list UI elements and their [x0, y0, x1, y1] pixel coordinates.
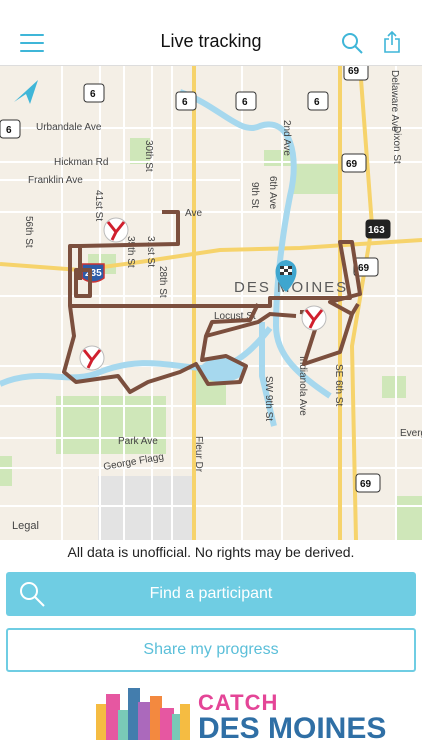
svg-text:69: 69 [358, 263, 370, 274]
svg-text:6: 6 [242, 97, 248, 108]
svg-text:George Flagg: George Flagg [103, 452, 165, 473]
svg-text:6: 6 [6, 125, 12, 136]
svg-text:30th St: 30th St [143, 140, 154, 172]
find-participant-label: Find a participant [149, 585, 273, 602]
svg-text:9th St: 9th St [249, 182, 260, 208]
svg-text:6: 6 [314, 97, 320, 108]
svg-text:Park Ave: Park Ave [118, 436, 158, 447]
svg-text:28th St: 28th St [157, 266, 168, 298]
top-bar: Live tracking [0, 0, 422, 66]
map-view[interactable]: Urbandale Ave Hickman Rd Franklin Ave Av… [0, 66, 422, 540]
svg-text:35th St: 35th St [125, 236, 136, 268]
svg-text:SE 6th St: SE 6th St [333, 364, 344, 406]
airport-area [98, 476, 194, 540]
share-icon[interactable] [382, 30, 402, 54]
svg-text:69: 69 [348, 66, 360, 77]
y-marker-icon[interactable] [301, 305, 327, 331]
us-6-shield-4: 6 [307, 91, 329, 111]
svg-text:69: 69 [346, 159, 358, 170]
us-6-shield-5: 6 [0, 119, 21, 139]
svg-text:69: 69 [360, 479, 372, 490]
svg-text:Fleur Dr: Fleur Dr [193, 436, 204, 473]
svg-text:SW 9th St: SW 9th St [263, 376, 274, 421]
y-marker-icon[interactable] [79, 345, 105, 371]
us-69-shield-1: 69 [343, 66, 369, 81]
svg-text:6th Ave: 6th Ave [267, 176, 278, 210]
svg-text:Evergreen: Evergreen [400, 428, 422, 439]
us-163-shield: 163 [365, 219, 391, 239]
location-arrow-icon[interactable] [14, 80, 38, 104]
svg-text:6: 6 [90, 89, 96, 100]
search-icon[interactable] [341, 32, 363, 54]
find-participant-button[interactable]: Find a participant [6, 572, 416, 616]
search-icon [20, 582, 45, 607]
svg-text:Hickman Rd: Hickman Rd [54, 157, 108, 168]
share-progress-label: Share my progress [143, 641, 279, 658]
map-legal-link[interactable]: Legal [12, 520, 39, 532]
svg-text:Dixon St: Dixon St [391, 126, 402, 164]
i-235-shield: 235 [81, 263, 105, 283]
svg-text:6: 6 [182, 97, 188, 108]
us-6-shield-2: 6 [175, 91, 197, 111]
logo-line-2: DES MOINES [198, 712, 387, 745]
svg-text:Ave: Ave [185, 208, 202, 219]
us-6-shield-1: 6 [83, 83, 105, 103]
svg-text:163: 163 [368, 225, 385, 236]
svg-text:Delaware Ave: Delaware Ave [389, 70, 400, 132]
y-marker-icon[interactable] [103, 217, 129, 243]
svg-text:Franklin Ave: Franklin Ave [28, 175, 83, 186]
svg-text:2nd Ave: 2nd Ave [281, 120, 292, 156]
svg-text:41st St: 41st St [93, 190, 104, 221]
svg-text:Urbandale Ave: Urbandale Ave [36, 122, 102, 133]
share-progress-button[interactable]: Share my progress [6, 628, 416, 672]
svg-text:56th St: 56th St [23, 216, 34, 248]
svg-text:31st St: 31st St [145, 236, 156, 267]
disclaimer-text: All data is unofficial. No rights may be… [67, 544, 355, 560]
us-6-shield-3: 6 [235, 91, 257, 111]
us-69-shield-4: 69 [355, 473, 381, 493]
us-69-shield-2: 69 [341, 153, 367, 173]
